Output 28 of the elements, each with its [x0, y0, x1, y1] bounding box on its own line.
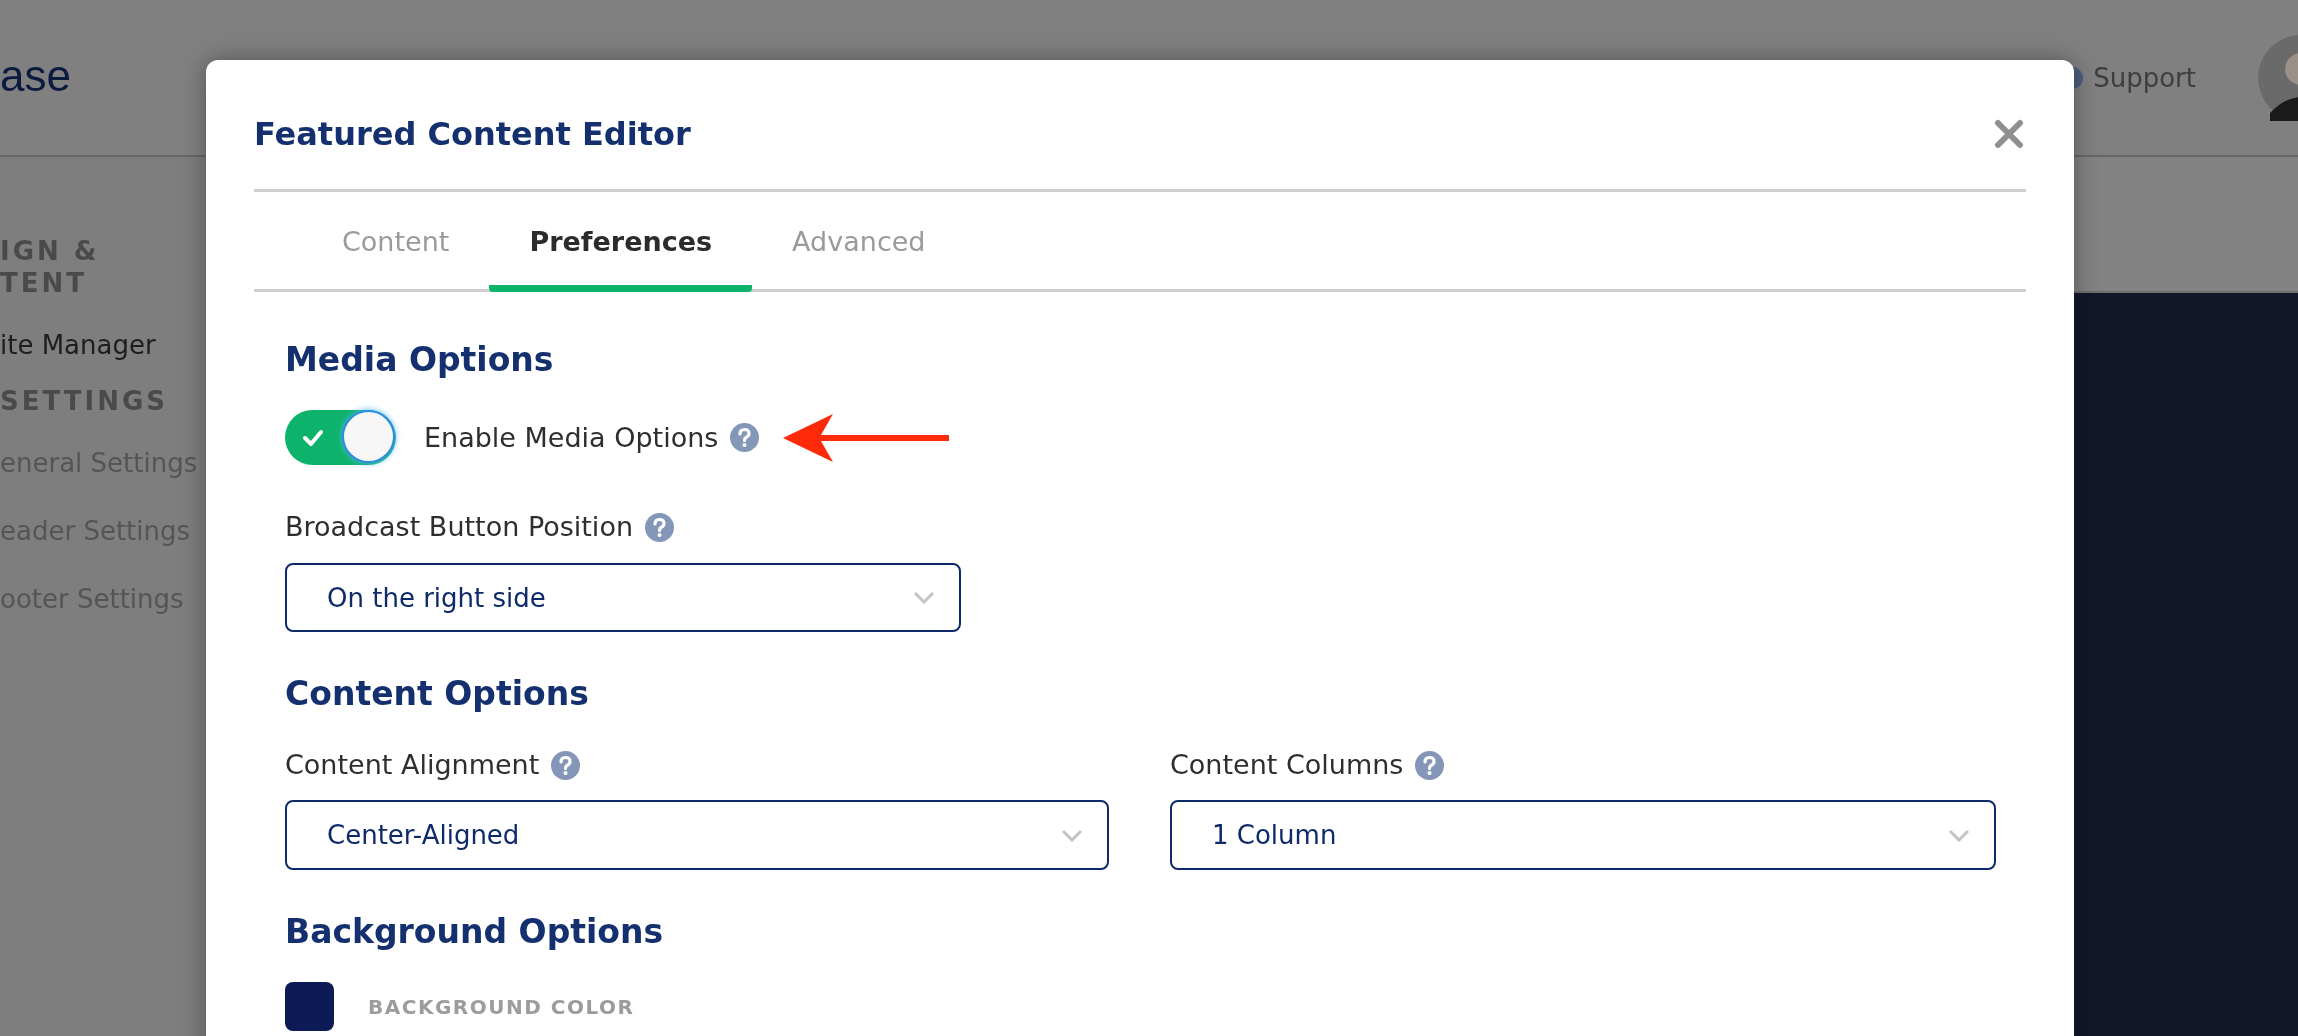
section-heading: Background Options: [285, 911, 664, 953]
dropdown-field[interactable]: 1 Column: [1170, 800, 1996, 870]
help-icon[interactable]: [1415, 750, 1445, 780]
tab[interactable]: Content: [302, 192, 490, 292]
chevron-icon: [913, 591, 935, 604]
help-icon[interactable]: [730, 423, 760, 452]
support-link[interactable]: Support: [2093, 62, 2196, 93]
help-icon[interactable]: [551, 750, 581, 780]
check-icon: [302, 429, 324, 447]
field-label: BACKGROUND COLOR: [368, 994, 635, 1019]
close-icon[interactable]: [1994, 118, 2024, 149]
help-icon[interactable]: [645, 512, 674, 542]
field-label: Broadcast Button Position: [285, 510, 633, 544]
field-label: Content Alignment: [285, 748, 540, 782]
dropdown-field[interactable]: On the right side: [285, 563, 961, 632]
field-label: Enable Media Options: [424, 420, 719, 455]
tab[interactable]: Advanced: [752, 192, 966, 292]
logo-text: ase: [0, 50, 71, 101]
field-label: Content Columns: [1170, 748, 1404, 782]
dropdown-field[interactable]: Center-Aligned: [285, 800, 1109, 870]
toggle-switch[interactable]: [285, 410, 396, 465]
chevron-icon: [1948, 828, 1970, 842]
color-swatch[interactable]: [285, 982, 334, 1031]
tab[interactable]: Preferences: [489, 192, 753, 292]
chevron-icon: [1061, 828, 1083, 842]
section-heading: Content Options: [285, 673, 589, 715]
section-heading: Media Options: [285, 339, 554, 381]
dialog-title: Featured Content Editor: [254, 114, 691, 153]
